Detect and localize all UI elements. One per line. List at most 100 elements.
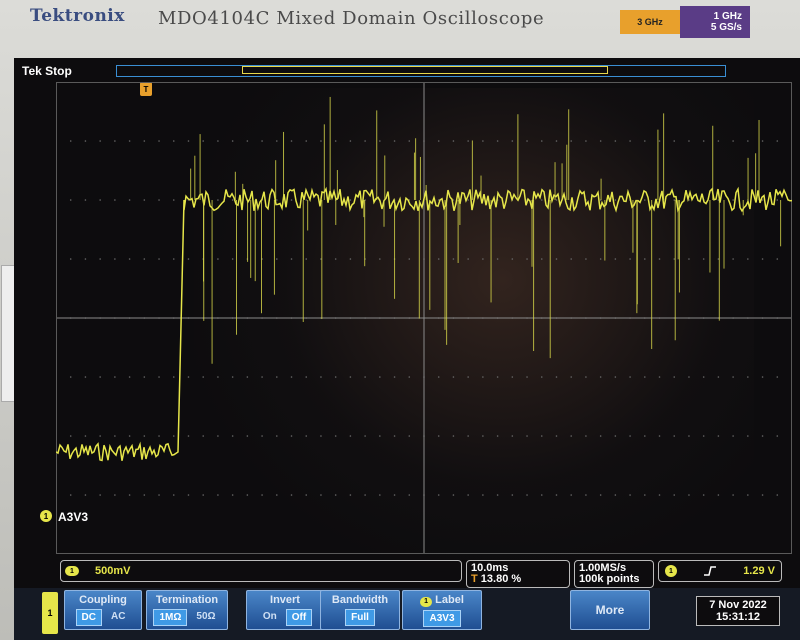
grid-dot — [717, 494, 720, 496]
grid-dot — [614, 199, 617, 201]
grid-dot — [644, 435, 646, 437]
trigger-position: 13.80 % — [480, 573, 522, 585]
grid-dot — [276, 435, 278, 437]
trigger-readout[interactable]: 1 1.29 V — [658, 560, 782, 582]
grid-dot — [732, 140, 734, 142]
termination-button[interactable]: Termination 1MΩ 50Ω — [146, 590, 228, 630]
grid-dot — [305, 435, 308, 437]
grid-dot — [540, 494, 543, 496]
termination-1mohm[interactable]: 1MΩ — [153, 609, 188, 626]
rising-edge-icon — [704, 566, 717, 576]
grid-dot — [761, 199, 764, 201]
grid-dot — [320, 376, 322, 378]
grid-dot — [290, 140, 293, 142]
grid-dot — [540, 435, 543, 437]
grid-dot — [84, 199, 87, 201]
grid-dot — [349, 435, 352, 437]
grid-dot — [231, 258, 234, 260]
model-name: MDO4104C Mixed Domain Oscilloscope — [158, 8, 545, 29]
grid-dot — [452, 376, 455, 378]
label-button[interactable]: 1 Label A3V3 — [402, 590, 482, 630]
grid-dot — [290, 435, 293, 437]
grid-dot — [629, 258, 631, 260]
grid-dot — [776, 435, 779, 437]
grid-dot — [69, 258, 72, 260]
grid-dot — [246, 140, 249, 142]
grid-dot — [84, 258, 87, 260]
grid-dot — [349, 199, 352, 201]
grid-dot — [114, 376, 116, 378]
grid-dot — [702, 376, 705, 378]
grid-dot — [452, 140, 455, 142]
grid-dot — [658, 140, 661, 142]
coupling-ac[interactable]: AC — [106, 609, 130, 624]
label-channel-icon: 1 — [420, 597, 433, 607]
coupling-dc[interactable]: DC — [75, 609, 102, 626]
brand-logo: Tektronix — [30, 6, 125, 26]
grid-dot — [276, 140, 278, 142]
grid-dot — [69, 376, 72, 378]
more-button[interactable]: More — [570, 590, 650, 630]
grid-dot — [761, 494, 764, 496]
bandwidth-button[interactable]: Bandwidth Full — [320, 590, 400, 630]
date: 7 Nov 2022 — [709, 599, 767, 611]
grid-dot — [555, 435, 558, 437]
grid-dot — [172, 494, 175, 496]
grid-dot — [761, 376, 764, 378]
coupling-button[interactable]: Coupling DC AC — [64, 590, 142, 630]
grid-dot — [629, 435, 631, 437]
horizontal-readout[interactable]: 10.0ms T 13.80 % — [466, 560, 570, 588]
grid-dot — [364, 376, 366, 378]
grid-dot — [467, 140, 469, 142]
grid-dot — [585, 494, 587, 496]
grid-dot — [276, 199, 278, 201]
grid-dot — [99, 435, 101, 437]
grid-dot — [644, 199, 646, 201]
grid-dot — [585, 140, 587, 142]
date-time-display: 7 Nov 2022 15:31:12 — [696, 596, 780, 626]
grid-dot — [261, 435, 263, 437]
grid-dot — [776, 494, 779, 496]
grid-dot — [540, 199, 543, 201]
grid-dot — [511, 140, 514, 142]
grid-dot — [84, 376, 87, 378]
menu-channel-tab[interactable]: 1 — [42, 592, 58, 634]
grid-dot — [540, 376, 543, 378]
grid-dot — [231, 435, 234, 437]
trigger-channel-icon: 1 — [665, 565, 677, 577]
record-view-window — [242, 66, 608, 74]
grid-dot — [408, 140, 411, 142]
grid-dot — [99, 199, 101, 201]
grid-dot — [614, 376, 617, 378]
grid-dot — [393, 494, 396, 496]
grid-dot — [570, 376, 572, 378]
grid-dot — [305, 140, 308, 142]
vertical-scale-readout[interactable]: 1 500mV — [60, 560, 462, 582]
grid-dot — [393, 435, 396, 437]
invert-off[interactable]: Off — [285, 609, 313, 626]
channel-1-ground-marker[interactable]: 1 — [40, 510, 52, 522]
grid-dot — [217, 376, 219, 378]
grid-dot — [673, 435, 676, 437]
grid-dot — [658, 435, 661, 437]
grid-dot — [555, 258, 558, 260]
grid-dot — [511, 494, 514, 496]
grid-dot — [305, 494, 308, 496]
grid-dot — [585, 376, 587, 378]
record-length: 100k points — [579, 573, 640, 585]
grid-dot — [202, 376, 204, 378]
acquisition-readout[interactable]: 1.00MS/s 100k points — [574, 560, 654, 588]
grid-dot — [217, 494, 219, 496]
grid-dot — [452, 494, 455, 496]
scope-display: Tek Stop T 1 A3V3 1 500mV 10.0ms T 13.80… — [14, 58, 800, 640]
invert-button[interactable]: Invert On Off — [246, 590, 324, 630]
grid-dot — [128, 435, 131, 437]
grid-dot — [158, 140, 160, 142]
invert-title: Invert — [270, 594, 300, 606]
grid-dot — [644, 140, 646, 142]
grid-dot — [555, 494, 558, 496]
invert-on[interactable]: On — [258, 609, 282, 624]
grid-dot — [276, 258, 278, 260]
grid-dot — [290, 199, 293, 201]
termination-50ohm[interactable]: 50Ω — [191, 609, 220, 624]
